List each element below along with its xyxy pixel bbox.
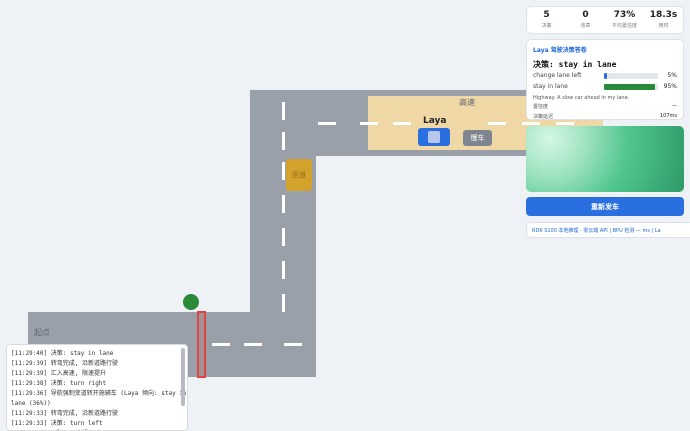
stat-value: 0: [582, 10, 589, 20]
log-line: [11:29:40] 决策: stay in lane: [11, 350, 114, 357]
lane-dash: [212, 343, 230, 346]
stat-value: 5: [543, 10, 550, 20]
lane-dash: [318, 122, 336, 125]
stat-label: 用时: [658, 23, 669, 29]
driving-sim-app: 高速 匝道 起点 Laya 慢车 [11:29:40] 决策: stay in …: [0, 0, 690, 431]
log-scrollbar[interactable]: [181, 348, 185, 406]
lane-dash: [284, 343, 302, 346]
latency-value: 107ms: [659, 113, 677, 119]
option-bar-fill: [604, 84, 656, 90]
lane-dash: [522, 122, 540, 125]
log-line: [11:29:33] 转弯完成, 沿新道路行驶: [11, 410, 118, 417]
lane-dash: [393, 122, 411, 125]
lane-dash: [282, 261, 285, 279]
lane-dash: [282, 294, 285, 312]
log-lines: [11:29:40] 决策: stay in lane [11:29:39] 转弯…: [11, 349, 187, 430]
start-label: 起点: [34, 328, 50, 337]
stat-label: 违章: [580, 23, 591, 29]
option-name: change lane left: [533, 72, 582, 79]
log-line: lane (36%)): [11, 400, 51, 407]
slow-car: 慢车: [463, 130, 492, 146]
latency-label: 决策延迟: [533, 114, 554, 120]
lane-dash: [360, 122, 378, 125]
lane-dash: [282, 195, 285, 213]
car-window: [428, 131, 440, 143]
status-footer: RDK S100 本地推理 · 零云端 API | BPU 检测 — ms | …: [526, 222, 690, 238]
decision-title: Laya 驾驶决策答卷: [533, 47, 587, 54]
option-bar-track: [604, 84, 658, 90]
ego-car-label: Laya: [423, 116, 447, 126]
lane-dash: [556, 122, 574, 125]
stat-confidence: 73% 平均置信度: [605, 7, 644, 33]
log-line: [11:29:38] 决策: turn right: [11, 380, 107, 387]
stat-value: 73%: [613, 10, 636, 20]
stat-value: 18.3s: [649, 10, 678, 20]
lane-dash: [244, 343, 262, 346]
stat-label: 平均置信度: [611, 23, 637, 29]
latency-row: 决策延迟 107ms: [533, 113, 677, 121]
log-line: [11:29:33] 决策: turn left: [11, 420, 103, 427]
lane-dash: [488, 122, 506, 125]
ramp-label: 匝道: [286, 159, 312, 191]
confidence-label: 置信度: [533, 104, 549, 110]
log-line: [11:29:36] 导航强制变道转开施辅车 (Laya 倾向: stay in: [11, 390, 187, 397]
confidence-value: —: [672, 103, 677, 109]
log-line: [11:29:39] 汇入高速, 限速提升: [11, 370, 106, 377]
option-pct: 5%: [667, 72, 677, 79]
event-log[interactable]: [11:29:40] 决策: stay in lane [11:29:39] 转弯…: [6, 344, 188, 431]
option-bar-track: [604, 73, 658, 79]
stat-violations: 0 违章: [566, 7, 605, 33]
stop-gate-icon: [197, 311, 206, 378]
restart-button[interactable]: 重新发车: [526, 197, 684, 216]
stat-label: 决策: [541, 23, 552, 29]
lane-dash: [282, 228, 285, 246]
option-bar-fill: [604, 73, 607, 79]
stats-card: 5 决策 0 违章 73% 平均置信度 18.3s 用时: [526, 6, 684, 34]
stat-decisions: 5 决策: [527, 7, 566, 33]
lane-dash: [282, 162, 285, 180]
lane-dash: [282, 132, 285, 150]
decision-card: Laya 驾驶决策答卷 决策: stay in lane change lane…: [526, 39, 684, 120]
option-name: stay in lane: [533, 83, 568, 90]
lane-dash: [282, 102, 285, 120]
option-pct: 95%: [663, 83, 677, 90]
option-row: change lane left 5%: [533, 72, 677, 81]
log-line: [11:29:39] 转弯完成, 沿新道路行驶: [11, 360, 118, 367]
decision-reason: Highway. A slow car ahead in my lane.: [533, 95, 630, 101]
confidence-row: 置信度 —: [533, 103, 677, 111]
stat-time: 18.3s 用时: [644, 7, 683, 33]
camera-feed: [526, 126, 684, 192]
start-dot-icon: [183, 294, 199, 310]
decision-main: 决策: stay in lane: [533, 60, 617, 69]
option-row: stay in lane 95%: [533, 83, 677, 92]
car-icon: [418, 128, 450, 146]
highway-label: 高速: [459, 98, 475, 107]
